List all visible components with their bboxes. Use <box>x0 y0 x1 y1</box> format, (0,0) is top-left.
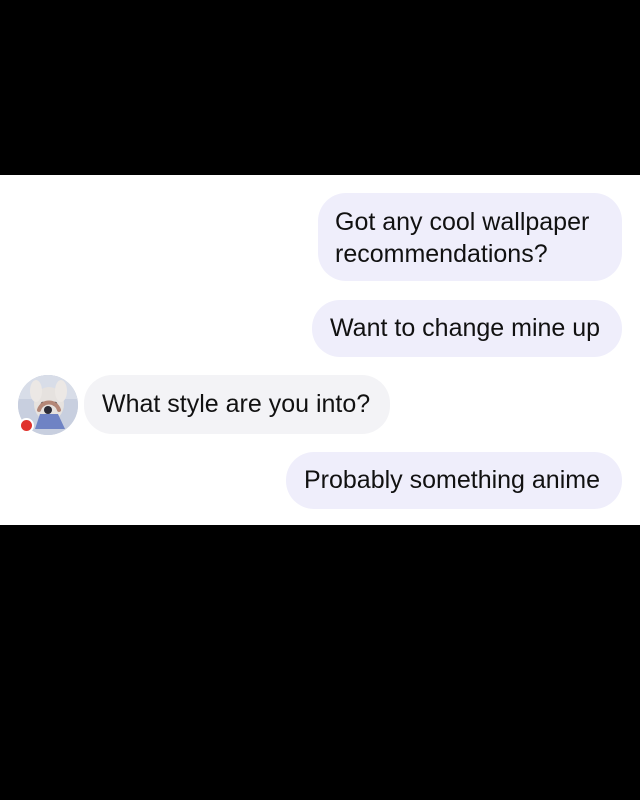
outgoing-message-bubble[interactable]: Want to change mine up <box>312 300 622 357</box>
outgoing-message-bubble[interactable]: Probably something anime <box>286 452 622 509</box>
top-letterbox <box>0 0 640 175</box>
chat-thread[interactable]: Got any cool wallpaper recommendations? … <box>0 175 640 525</box>
screenshot-canvas: Got any cool wallpaper recommendations? … <box>0 0 640 800</box>
incoming-message-bubble[interactable]: What style are you into? <box>84 375 390 434</box>
bottom-letterbox <box>0 525 640 800</box>
outgoing-message-bubble[interactable]: Got any cool wallpaper recommendations? <box>318 193 622 281</box>
status-dot-icon <box>19 418 34 433</box>
